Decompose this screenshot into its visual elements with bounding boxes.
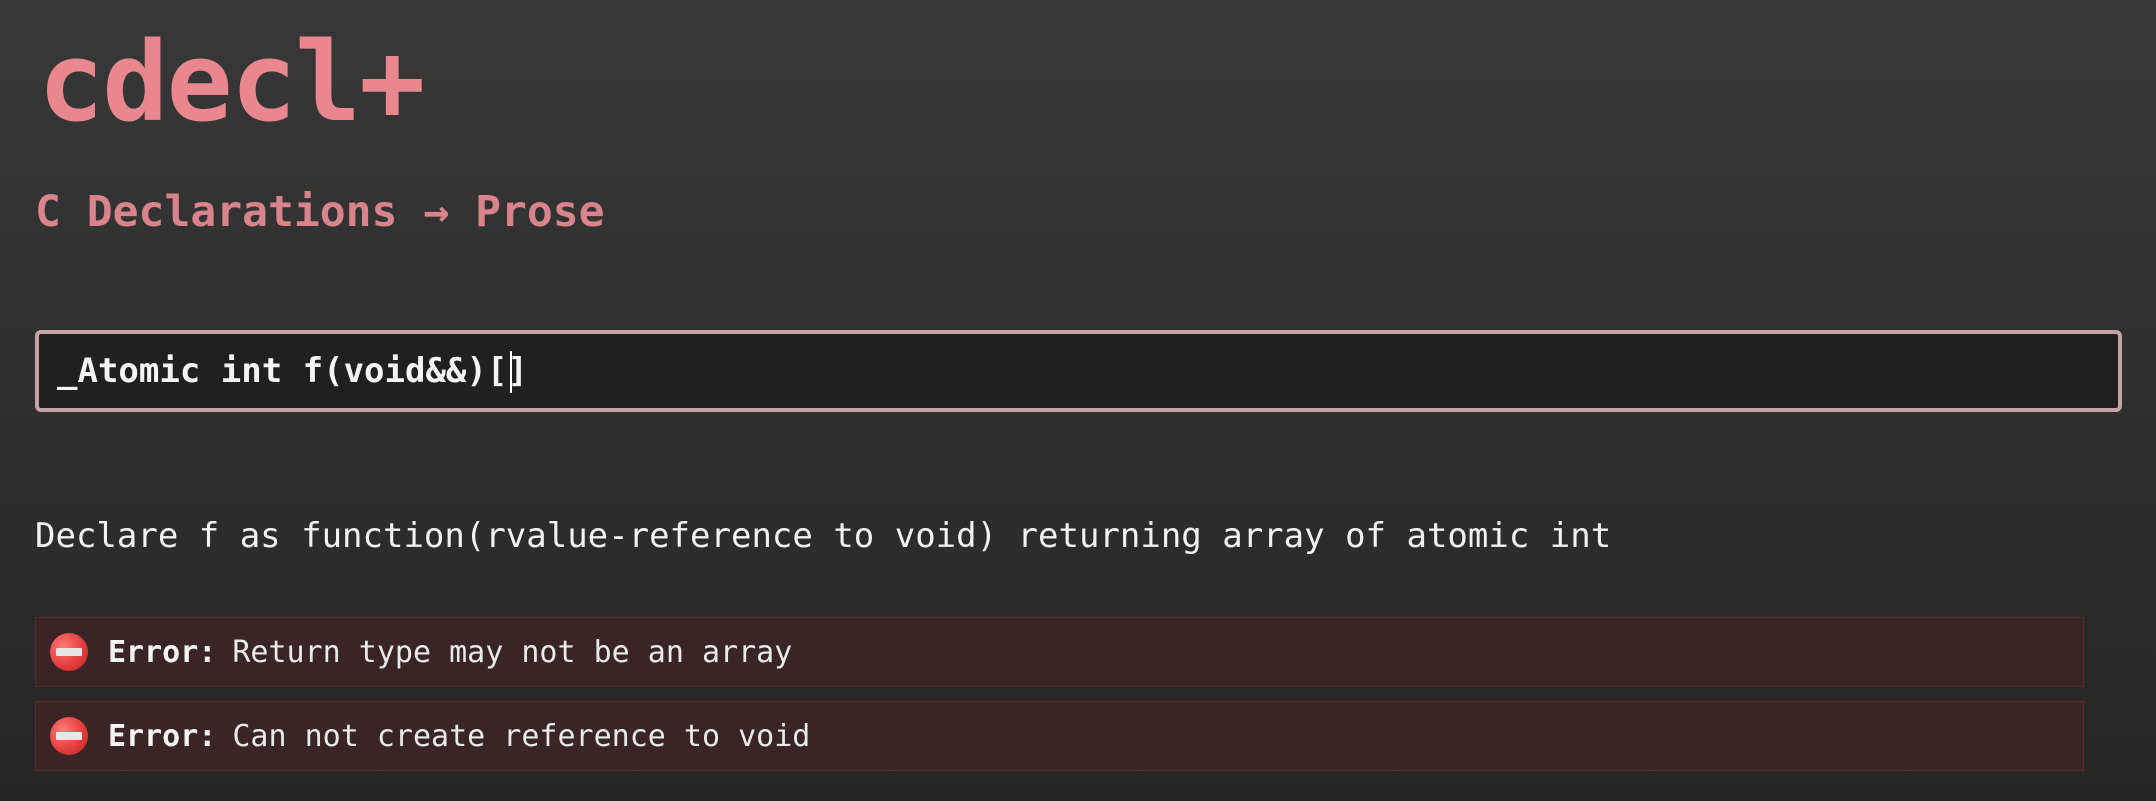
error-label: Error: [108,718,217,754]
app-subtitle: C Declarations → Prose [35,187,605,237]
error-list: Error: Return type may not be an array E… [35,617,2084,785]
error-item: Error: Return type may not be an array [35,617,2084,687]
error-message: Return type may not be an array [232,634,793,670]
error-message: Can not create reference to void [232,718,811,754]
prose-output: Declare f as function(rvalue-reference t… [35,516,1612,556]
error-stop-icon [50,633,88,671]
error-stop-icon [50,717,88,755]
error-item: Error: Can not create reference to void [35,701,2084,771]
error-label: Error: [108,634,217,670]
text-caret [510,351,512,393]
app-title: cdecl+ [38,18,425,146]
declaration-input[interactable] [35,330,2122,412]
